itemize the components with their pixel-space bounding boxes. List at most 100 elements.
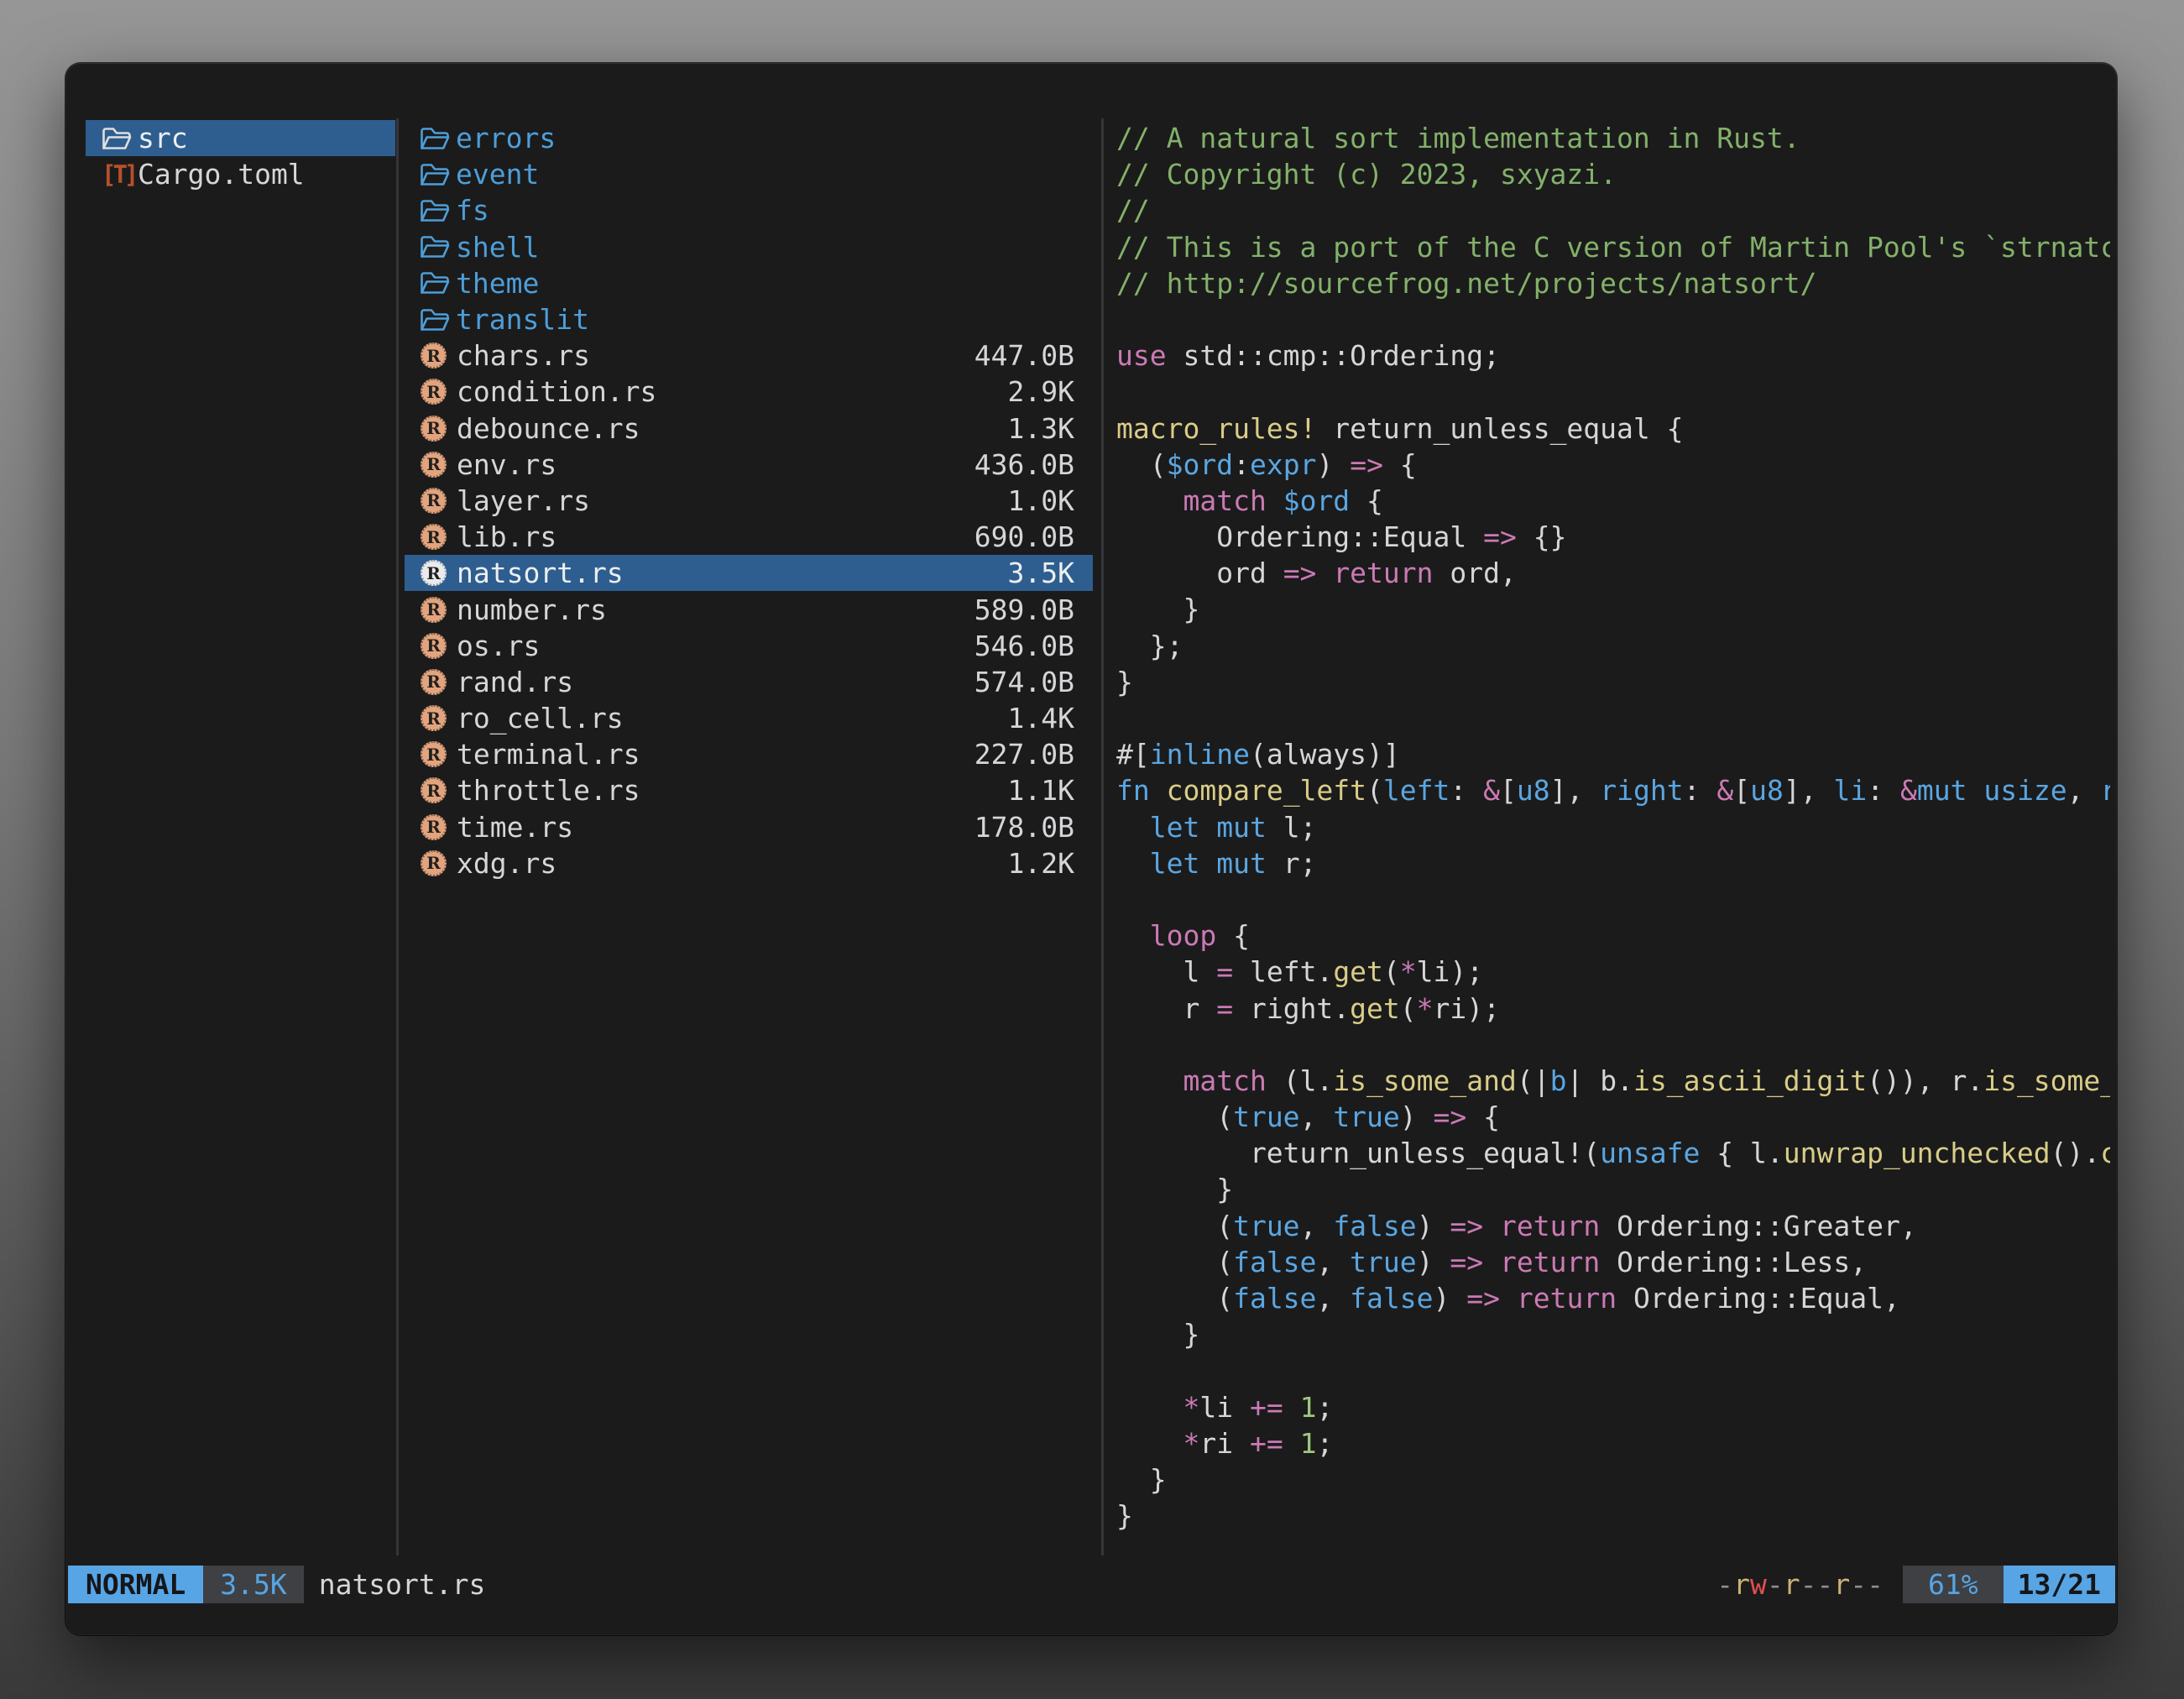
rust-logo-letter: R [426,746,441,763]
code-token: ( [1383,955,1400,988]
code-token: ( [1400,992,1417,1025]
file-row[interactable]: Rxdg.rs1.2K [405,845,1093,881]
file-row[interactable]: Rro_cell.rs1.4K [405,700,1093,736]
status-right-group: -rw-r--r-- 61% 13/21 [1716,1566,2115,1603]
dir-row[interactable]: errors [405,120,1093,156]
file-row[interactable]: Ros.rs546.0B [405,628,1093,664]
rust-file-icon: R [421,850,447,876]
code-token: r; [1267,847,1317,880]
dir-row[interactable]: translit [405,301,1093,337]
code-token [1116,484,1183,517]
code-token: } [1116,593,1199,625]
file-row[interactable]: Renv.rs436.0B [405,447,1093,483]
file-row[interactable]: Rterminal.rs227.0B [405,736,1093,772]
code-token: false [1233,1246,1316,1278]
dir-name: event [456,158,539,191]
file-row[interactable]: Rlib.rs690.0B [405,519,1093,555]
code-token: cmp [2100,1137,2110,1169]
file-row[interactable]: Rdebounce.rs1.3K [405,410,1093,447]
code-line [1116,1027,2110,1063]
file-name: ro_cell.rs [457,702,624,734]
file-row[interactable]: Rthrottle.rs1.1K [405,772,1093,808]
code-token: Ordering::Equal [1116,520,1483,553]
code-token: ; [1316,1427,1333,1460]
file-row[interactable]: Rlayer.rs1.0K [405,483,1093,519]
code-token: // A natural sort implementation in Rust… [1116,122,1800,154]
code-token: b [1550,1064,1567,1097]
status-bar: NORMAL 3.5K natsort.rs -rw-r--r-- 61% 13… [68,1566,2115,1603]
code-token: match [1183,1064,1266,1097]
code-line [1116,374,2110,410]
code-token: // http://sourcefrog.net/projects/natsor… [1116,267,1816,300]
code-token: ( [1116,1246,1233,1278]
file-size: 436.0B [974,448,1074,481]
code-line: // http://sourcefrog.net/projects/natsor… [1116,265,2110,301]
file-row[interactable]: Rtime.rs178.0B [405,809,1093,845]
code-token: } [1116,666,1133,698]
file-row[interactable]: Rnumber.rs589.0B [405,591,1093,627]
permission-flag: -- [1850,1568,1884,1601]
code-token: mut [1216,811,1267,844]
file-row[interactable]: Rcondition.rs2.9K [405,374,1093,410]
folder-open-icon [420,126,450,151]
rust-file-icon: R [421,524,447,550]
code-token: right. [1233,992,1350,1025]
permission-flag: - [1767,1568,1784,1601]
code-token: unwrap_unchecked [1784,1137,2051,1169]
dir-name: translit [456,303,589,336]
rust-logo-letter: R [426,710,441,727]
code-token: += [1250,1391,1283,1424]
code-token [1116,1064,1183,1097]
file-size: 227.0B [974,738,1074,771]
code-token: ) [1417,1246,1450,1278]
code-token: { [1350,484,1383,517]
dir-row[interactable]: event [405,156,1093,192]
rust-file-icon: R [421,669,447,695]
code-token: mut [1216,847,1267,880]
file-row[interactable]: [T]Cargo.toml [86,156,395,192]
code-token: | b. [1566,1064,1633,1097]
file-size: 546.0B [974,630,1074,662]
code-token: {} [1517,520,1567,553]
rust-file-icon: R [421,416,447,442]
code-token: => [1283,557,1317,589]
code-token: use [1116,339,1167,372]
code-token: : [1450,774,1483,807]
code-token: li [1199,1391,1250,1424]
code-token: 1 [1300,1391,1317,1424]
code-token: ( [1116,1210,1233,1242]
rust-file-icon: R [421,633,447,659]
code-token: li [1833,774,1867,807]
code-line: r = right.get(*ri); [1116,991,2110,1027]
code-token: return [1517,1282,1617,1315]
code-line: *ri += 1; [1116,1425,2110,1461]
folder-open-icon [420,270,450,295]
code-token: ) [1400,1100,1434,1133]
code-token: => [1466,1282,1500,1315]
code-line: }; [1116,628,2110,664]
dir-row[interactable]: theme [405,265,1093,301]
rust-file-icon: R [421,741,447,767]
file-row[interactable]: Rnatsort.rs3.5K [405,555,1093,591]
code-token [1116,1391,1183,1424]
file-size: 1.1K [1008,774,1074,807]
rust-logo-letter: R [426,348,441,364]
code-line [1116,1352,2110,1388]
code-token [1267,484,1283,517]
code-token: [ [1733,774,1750,807]
code-token: * [1183,1391,1199,1424]
file-row[interactable]: Rchars.rs447.0B [405,337,1093,374]
code-line: ord => return ord, [1116,555,2110,591]
dir-row[interactable]: shell [405,229,1093,265]
code-token: => [1450,1210,1483,1242]
file-name: layer.rs [457,484,590,517]
dir-row[interactable]: src [86,120,395,156]
dir-row[interactable]: fs [405,192,1093,228]
file-row[interactable]: Rrand.rs574.0B [405,664,1093,700]
code-token [1150,774,1167,807]
permission-flag: w [1750,1568,1767,1601]
code-token: mut [1917,774,1967,807]
code-token: { l. [1700,1137,1783,1169]
code-token: ( [1116,1282,1233,1315]
code-token: => [1483,520,1517,553]
